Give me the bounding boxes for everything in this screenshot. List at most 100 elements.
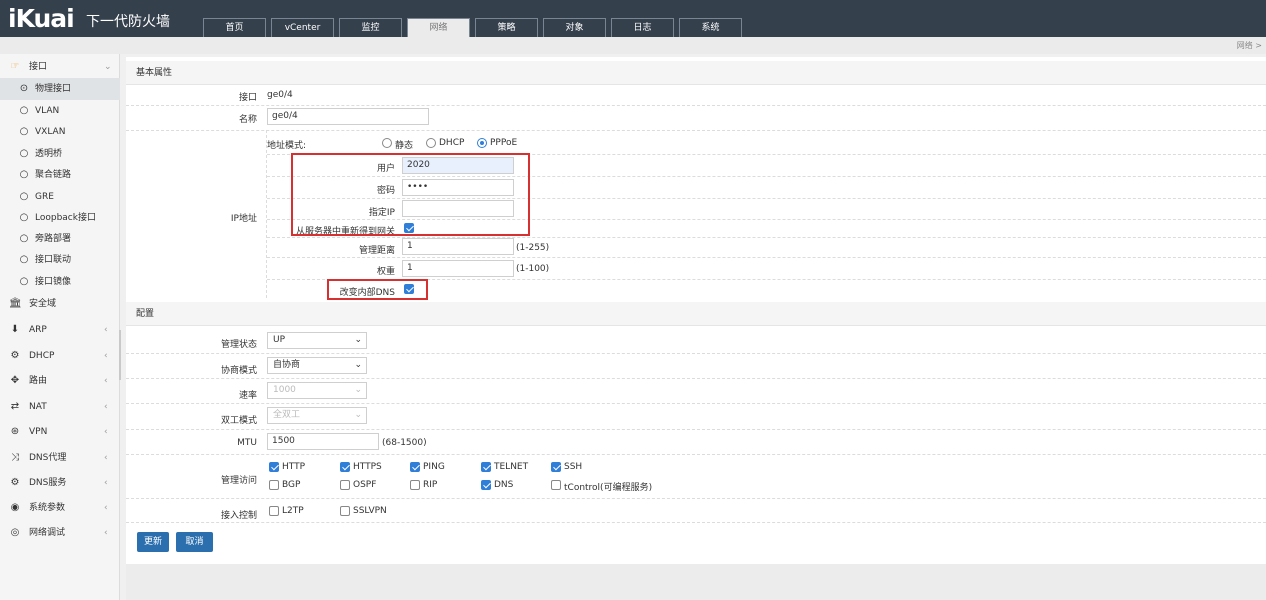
sidebar-item-bypass[interactable]: ○ 旁路部署 <box>0 228 120 250</box>
admin-distance-input[interactable]: 1 <box>402 238 514 255</box>
chevron-left-icon: ‹ <box>104 478 108 488</box>
sidebar-item-vpn[interactable]: ⊛ VPN ‹ <box>0 421 120 443</box>
access-https-checkbox[interactable] <box>340 462 350 472</box>
circle-icon: ○ <box>19 254 29 265</box>
tab-vcenter[interactable]: vCenter <box>271 18 334 37</box>
access-telnet-label: TELNET <box>494 462 529 472</box>
admin-state-label: 管理状态 <box>220 340 257 350</box>
chevron-down-icon: ⌄ <box>104 62 112 72</box>
chevron-left-icon: ‹ <box>104 351 108 361</box>
update-button[interactable]: 更新 <box>137 532 169 552</box>
mtu-input[interactable]: 1500 <box>267 433 379 450</box>
sidebar-item-vxlan[interactable]: ○ VXLAN <box>0 121 120 143</box>
mode-static-radio[interactable] <box>382 138 392 148</box>
globe-icon: ◉ <box>10 502 20 513</box>
sidebar-item-gre[interactable]: ○ GRE <box>0 186 120 208</box>
row-divider <box>126 522 1266 523</box>
tab-network[interactable]: 网络 <box>407 18 470 37</box>
mtu-label: MTU <box>237 438 257 448</box>
access-tcontrol-checkbox[interactable] <box>551 480 561 490</box>
target-icon: ◎ <box>10 527 20 538</box>
circle-icon: ○ <box>19 191 29 202</box>
tab-system[interactable]: 系统 <box>679 18 742 37</box>
access-ping-checkbox[interactable] <box>410 462 420 472</box>
negotiation-mode-label: 协商模式 <box>220 366 257 376</box>
sidebar-item-physical-interface[interactable]: ⊙ 物理接口 <box>0 78 120 100</box>
tab-monitor[interactable]: 监控 <box>339 18 402 37</box>
access-dns-checkbox[interactable] <box>481 480 491 490</box>
access-telnet-checkbox[interactable] <box>481 462 491 472</box>
top-navigation-bar: iKuai 下一代防火墙 首页 vCenter 监控 网络 策略 对象 日志 系… <box>0 0 1266 37</box>
access-ping-label: PING <box>423 462 445 472</box>
circle-icon: ○ <box>19 148 29 159</box>
admin-state-select[interactable]: UP ⌄ <box>267 332 367 349</box>
ingress-l2tp-checkbox[interactable] <box>269 506 279 516</box>
breadcrumb: 网络 > <box>1236 41 1262 50</box>
section-title: 配置 <box>136 309 155 319</box>
ip-address-label: IP地址 <box>230 214 257 224</box>
tab-logs[interactable]: 日志 <box>611 18 674 37</box>
access-bgp-checkbox[interactable] <box>269 480 279 490</box>
chevron-down-icon: ⌄ <box>354 360 362 370</box>
chevron-left-icon: ‹ <box>104 325 108 335</box>
sidebar-item-label: 路由 <box>29 376 48 386</box>
sidebar-item-route[interactable]: ✥ 路由 ‹ <box>0 370 120 392</box>
sidebar-item-label: 旁路部署 <box>35 234 72 244</box>
sidebar-item-linkage[interactable]: ○ 接口联动 <box>0 249 120 271</box>
ingress-sslvpn-label: SSLVPN <box>353 506 387 516</box>
select-value: 自协商 <box>273 360 301 370</box>
mode-pppoe-radio[interactable] <box>477 138 487 148</box>
sidebar-item-loopback[interactable]: ○ Loopback接口 <box>0 207 120 229</box>
sidebar-item-security-zone[interactable]: 🏛 安全域 <box>0 293 120 315</box>
ingress-sslvpn-checkbox[interactable] <box>340 506 350 516</box>
mode-dhcp-radio[interactable] <box>426 138 436 148</box>
mode-static-label: 静态 <box>395 141 414 151</box>
sidebar-item-label: DNS代理 <box>29 453 67 463</box>
duplex-mode-select[interactable]: 全双工 ⌄ <box>267 407 367 424</box>
row-divider <box>126 378 1266 379</box>
access-http-checkbox[interactable] <box>269 462 279 472</box>
cancel-button[interactable]: 取消 <box>176 532 213 552</box>
access-rip-checkbox[interactable] <box>410 480 420 490</box>
sidebar-item-nat[interactable]: ⇄ NAT ‹ <box>0 396 120 418</box>
tab-policy[interactable]: 策略 <box>475 18 538 37</box>
management-access-label: 管理访问 <box>220 476 257 486</box>
chevron-left-icon: ‹ <box>104 427 108 437</box>
sidebar-item-dns-proxy[interactable]: ⤨ DNS代理 ‹ <box>0 447 120 469</box>
weight-input[interactable]: 1 <box>402 260 514 277</box>
sidebar-item-dns-service[interactable]: ⚙ DNS服务 ‹ <box>0 472 120 494</box>
mode-dhcp-label: DHCP <box>439 138 465 148</box>
name-input[interactable]: ge0/4 <box>267 108 429 125</box>
sidebar-item-network-debug[interactable]: ◎ 网络调试 ‹ <box>0 522 120 544</box>
access-ospf-checkbox[interactable] <box>340 480 350 490</box>
sidebar-item-dhcp[interactable]: ⚙ DHCP ‹ <box>0 345 120 367</box>
highlight-pppoe-fields <box>291 153 530 236</box>
access-ssh-checkbox[interactable] <box>551 462 561 472</box>
swap-icon: ⇄ <box>10 401 20 412</box>
sidebar-item-interface[interactable]: ☞ 接口 ⌄ <box>0 56 120 78</box>
sidebar-item-bridge[interactable]: ○ 透明桥 <box>0 143 120 165</box>
access-bgp-label: BGP <box>282 480 301 490</box>
ingress-l2tp-label: L2TP <box>282 506 304 516</box>
download-icon: ⬇ <box>10 324 20 335</box>
sidebar-item-mirror[interactable]: ○ 接口镜像 <box>0 271 120 293</box>
sidebar-item-label: VPN <box>29 427 48 437</box>
sidebar-item-label: VXLAN <box>35 127 66 137</box>
sidebar-item-arp[interactable]: ⬇ ARP ‹ <box>0 319 120 341</box>
circle-icon: ○ <box>19 233 29 244</box>
negotiation-mode-select[interactable]: 自协商 ⌄ <box>267 357 367 374</box>
weight-range: (1-100) <box>516 264 550 274</box>
select-value: 全双工 <box>273 410 301 420</box>
sidebar-item-aggregation[interactable]: ○ 聚合链路 <box>0 164 120 186</box>
speed-select[interactable]: 1000 ⌄ <box>267 382 367 399</box>
tab-home[interactable]: 首页 <box>203 18 266 37</box>
sidebar-item-label: NAT <box>29 402 47 412</box>
sidebar-item-system-params[interactable]: ◉ 系统参数 ‹ <box>0 497 120 519</box>
sidebar-item-vlan[interactable]: ○ VLAN <box>0 100 120 122</box>
sidebar-scrollbar[interactable] <box>119 330 121 380</box>
tab-objects[interactable]: 对象 <box>543 18 606 37</box>
shuffle-icon: ⤨ <box>11 452 19 463</box>
interface-label: 接口 <box>238 93 257 103</box>
circle-icon: ○ <box>19 276 29 287</box>
sidebar-item-label: 聚合链路 <box>35 170 72 180</box>
